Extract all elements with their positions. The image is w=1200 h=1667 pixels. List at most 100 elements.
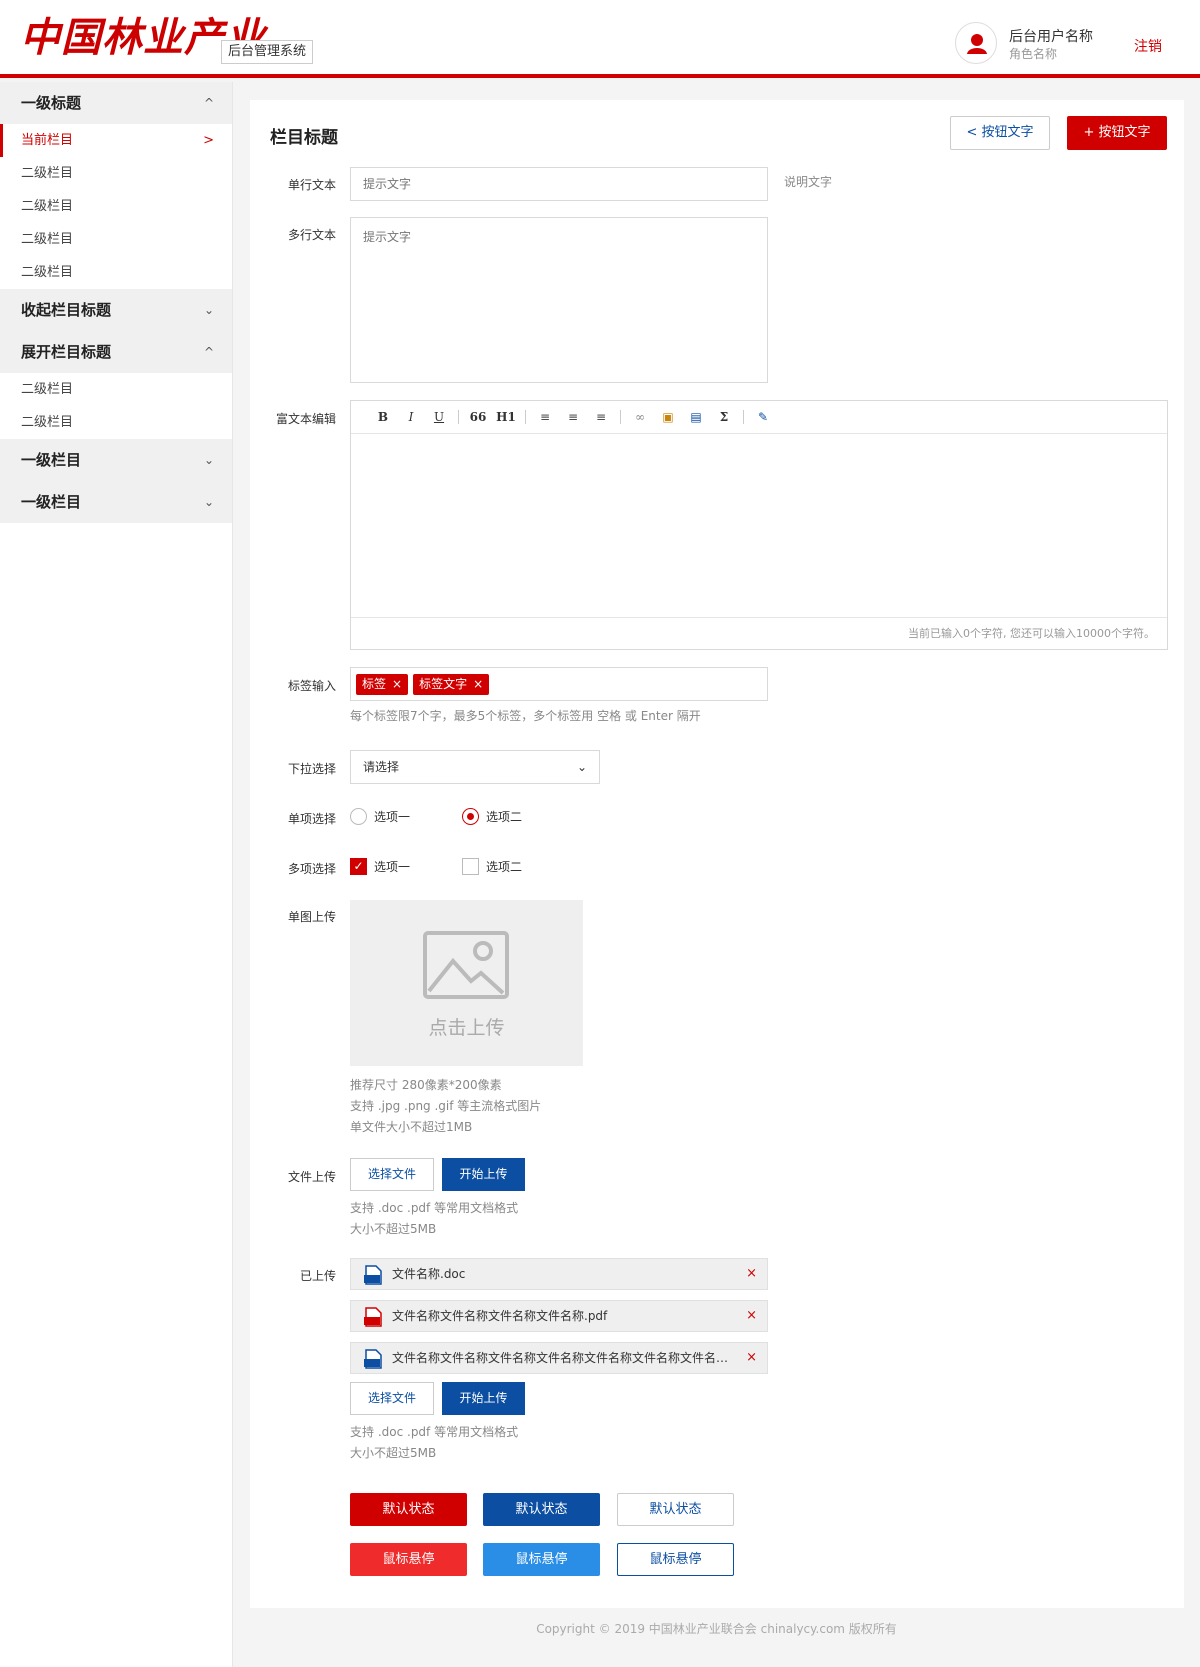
align-left-icon[interactable]: ≡ — [531, 410, 559, 424]
checkbox-checked[interactable]: ✓ — [350, 858, 367, 875]
choose-file-button[interactable]: 选择文件 — [350, 1382, 434, 1415]
align-center-icon[interactable]: ≡ — [559, 410, 587, 424]
sidebar-item-label: 二级栏目 — [21, 232, 74, 247]
sidebar-group-expanded[interactable]: 展开栏目标题 ^ — [0, 331, 232, 373]
chevron-down-icon: ⌄ — [203, 303, 214, 317]
file-upload-hint: 大小不超过5MB — [350, 1446, 437, 1460]
back-button[interactable]: < 按钮文字 — [950, 116, 1050, 150]
chevron-down-icon: ⌄ — [576, 760, 587, 774]
image-upload-label: 单图上传 — [287, 910, 336, 924]
system-name-tag: 后台管理系统 — [221, 40, 314, 64]
sidebar-item[interactable]: 二级栏目 — [0, 406, 232, 439]
dropdown-select[interactable]: 请选择 ⌄ — [350, 750, 600, 784]
align-right-icon[interactable]: ≡ — [587, 410, 615, 424]
file-name: 文件名称文件名称文件名称文件名称.pdf — [392, 1309, 608, 1323]
uploaded-file-row: 文件名称文件名称文件名称文件名称文件名称文件名称文件名称... × — [350, 1342, 768, 1374]
underline-icon[interactable]: U — [425, 410, 453, 424]
chevron-right-icon: > — [203, 133, 214, 148]
editor-char-count: 当前已输入0个字符, 您还可以输入10000个字符。 — [351, 617, 1167, 649]
multi-line-label: 多行文本 — [287, 228, 336, 242]
single-line-input[interactable] — [350, 167, 768, 201]
radio-option-label: 选项一 — [374, 810, 411, 824]
tag-text: 标签文字 — [419, 677, 468, 691]
image-upload-hint: 支持 .jpg .png .gif 等主流格式图片 — [350, 1099, 542, 1113]
single-line-note: 说明文字 — [784, 175, 833, 189]
video-icon[interactable]: ▤ — [682, 410, 710, 424]
start-upload-button[interactable]: 开始上传 — [442, 1158, 525, 1191]
sidebar-group-label: 一级标题 — [21, 94, 82, 112]
radio-button-selected[interactable] — [462, 808, 479, 825]
close-icon[interactable]: × — [392, 677, 402, 691]
uploaded-file-row: 文件名称.doc × — [350, 1258, 768, 1290]
sidebar-item-label: 二级栏目 — [21, 415, 74, 430]
add-button[interactable]: + 按钮文字 — [1067, 116, 1167, 150]
radio-option-2[interactable]: 选项二 — [462, 808, 522, 825]
close-icon[interactable]: × — [473, 677, 483, 691]
image-upload-area[interactable]: 点击上传 — [350, 900, 583, 1066]
plus-icon: + — [1083, 125, 1095, 140]
toolbar-divider — [525, 410, 526, 424]
sidebar-item[interactable]: 二级栏目 — [0, 223, 232, 256]
sidebar-group-collapsed[interactable]: 收起栏目标题 ⌄ — [0, 289, 232, 331]
user-avatar[interactable] — [955, 22, 997, 64]
start-upload-button[interactable]: 开始上传 — [442, 1382, 525, 1415]
heading-icon[interactable]: H1 — [492, 410, 520, 424]
formula-icon[interactable]: Σ — [710, 410, 738, 424]
close-icon[interactable]: × — [746, 1343, 757, 1373]
dropdown-value: 请选择 — [363, 760, 400, 774]
outline-default-button[interactable]: 默认状态 — [617, 1493, 734, 1526]
tags-hint: 每个标签限7个字，最多5个标签，多个标签用 空格 或 Enter 隔开 — [350, 709, 701, 723]
sidebar-item-label: 二级栏目 — [21, 166, 74, 181]
sidebar-item-label: 当前栏目 — [21, 133, 74, 148]
quote-icon[interactable]: 66 — [464, 410, 492, 424]
user-name: 后台用户名称 — [1009, 29, 1093, 45]
eraser-icon[interactable]: ✎ — [749, 410, 777, 424]
checkbox-option-1[interactable]: ✓ 选项一 — [350, 858, 410, 875]
tag-chip: 标签 × — [356, 674, 409, 695]
header: 中国林业产业 后台管理系统 后台用户名称 角色名称 注销 — [0, 0, 1200, 78]
user-role: 角色名称 — [1009, 47, 1058, 61]
image-placeholder-icon — [423, 931, 509, 999]
sidebar-group-5[interactable]: 一级栏目 ⌄ — [0, 481, 232, 523]
bold-icon[interactable]: B — [369, 410, 397, 424]
sidebar-item[interactable]: 二级栏目 — [0, 190, 232, 223]
close-icon[interactable]: × — [746, 1259, 757, 1289]
chevron-left-icon: < — [966, 125, 978, 140]
tag-input[interactable]: 标签 × 标签文字 × — [350, 667, 768, 701]
sidebar-group-label: 一级栏目 — [21, 451, 82, 469]
page-title: 栏目标题 — [270, 128, 338, 148]
close-icon[interactable]: × — [746, 1301, 757, 1331]
blue-default-button[interactable]: 默认状态 — [483, 1493, 600, 1526]
sidebar-group-4[interactable]: 一级栏目 ⌄ — [0, 439, 232, 481]
radio-option-1[interactable]: 选项一 — [350, 808, 410, 825]
multi-line-textarea[interactable] — [350, 217, 768, 383]
toolbar-divider — [620, 410, 621, 424]
logout-link[interactable]: 注销 — [1134, 36, 1162, 56]
outline-hover-button[interactable]: 鼠标悬停 — [617, 1543, 734, 1576]
sidebar-item[interactable]: 二级栏目 — [0, 157, 232, 190]
sidebar-item-current[interactable]: 当前栏目 > — [0, 124, 232, 157]
editor-content-area[interactable] — [351, 434, 1167, 617]
add-button-label: 按钮文字 — [1098, 125, 1151, 140]
checkbox-option-2[interactable]: 选项二 — [462, 858, 522, 875]
single-line-label: 单行文本 — [287, 178, 336, 192]
checkbox-option-label: 选项一 — [374, 860, 411, 874]
sidebar-item[interactable]: 二级栏目 — [0, 256, 232, 289]
sidebar-item[interactable]: 二级栏目 — [0, 373, 232, 406]
sidebar-group-label: 收起栏目标题 — [21, 301, 112, 319]
checkbox[interactable] — [462, 858, 479, 875]
tags-label: 标签输入 — [287, 679, 336, 693]
blue-hover-button[interactable]: 鼠标悬停 — [483, 1543, 600, 1576]
file-name: 文件名称文件名称文件名称文件名称文件名称文件名称文件名称... — [392, 1351, 732, 1365]
image-icon[interactable]: ▣ — [654, 410, 682, 424]
tag-text: 标签 — [362, 677, 387, 691]
radio-button[interactable] — [350, 808, 367, 825]
link-icon[interactable]: ∞ — [626, 410, 654, 424]
file-upload-hint: 支持 .doc .pdf 等常用文档格式 — [350, 1201, 519, 1215]
radio-label: 单项选择 — [287, 812, 336, 826]
sidebar-group-1[interactable]: 一级标题 ^ — [0, 82, 232, 124]
choose-file-button[interactable]: 选择文件 — [350, 1158, 434, 1191]
red-default-button[interactable]: 默认状态 — [350, 1493, 467, 1526]
italic-icon[interactable]: I — [397, 410, 425, 424]
red-hover-button[interactable]: 鼠标悬停 — [350, 1543, 467, 1576]
